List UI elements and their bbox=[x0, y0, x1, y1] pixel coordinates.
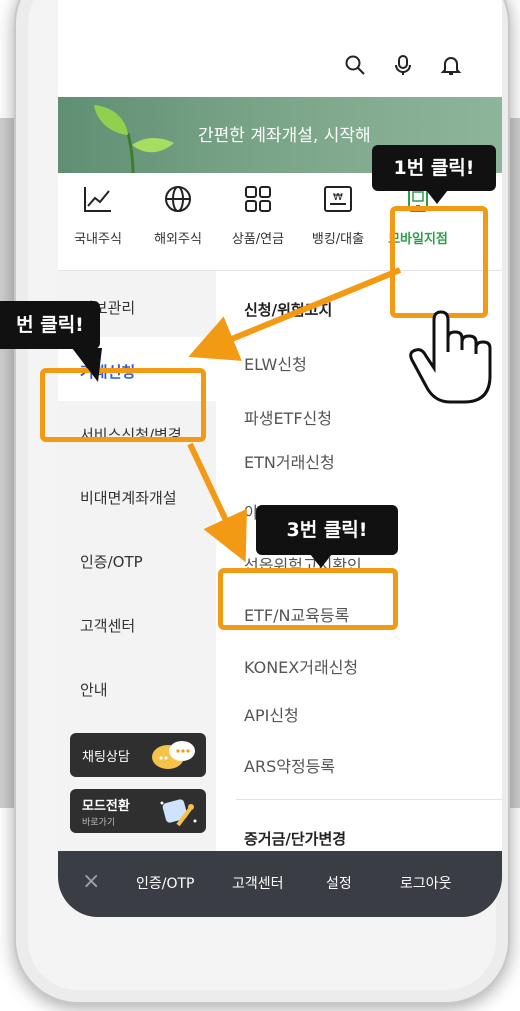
callout-step2-pointer bbox=[72, 348, 102, 382]
callout-step1: 1번 클릭! bbox=[372, 145, 496, 191]
callout-step1-pointer bbox=[426, 190, 448, 204]
callout-step3-pointer bbox=[310, 554, 332, 568]
hand-pointer-icon bbox=[409, 310, 492, 404]
callout-step3: 3번 클릭! bbox=[256, 505, 398, 555]
arrow-step1-to-step2 bbox=[188, 267, 402, 361]
callout-step2: 번 클릭! bbox=[0, 301, 100, 349]
arrow-step2-to-step3 bbox=[187, 442, 247, 563]
